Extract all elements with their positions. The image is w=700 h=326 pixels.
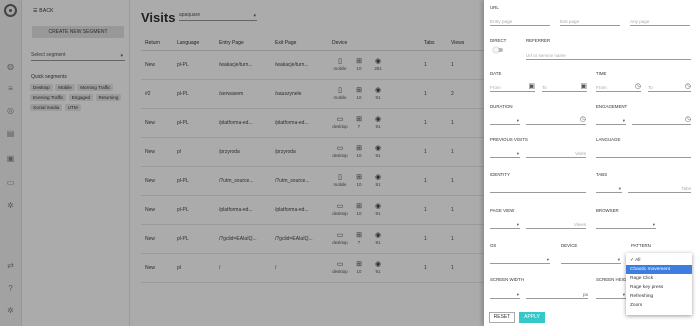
date-from-placeholder: From	[490, 85, 501, 90]
device-label: DEVICE	[561, 243, 578, 248]
clock-icon[interactable]: ◷	[685, 115, 691, 124]
tabs-label: TABS	[596, 172, 608, 177]
width-input[interactable]: px	[526, 290, 588, 299]
time-label: TIME	[596, 71, 607, 76]
clock-icon[interactable]: ◷	[685, 82, 691, 91]
modal-backdrop[interactable]	[0, 0, 484, 326]
url-label: URL	[490, 5, 499, 10]
language-input[interactable]	[596, 149, 691, 158]
referrer-input[interactable]: Url or service name	[526, 51, 691, 60]
page-view-label: PAGE VIEW	[490, 208, 515, 213]
duration-operator-select[interactable]: ▾	[490, 116, 520, 125]
pattern-dropdown[interactable]: ✓ All Chaotic movement Rage Click Rage k…	[626, 253, 692, 315]
chevron-down-icon: ▾	[617, 257, 620, 262]
pattern-option-chaotic-movement[interactable]: Chaotic movement	[626, 265, 692, 274]
referrer-placeholder: Url or service name	[526, 53, 566, 58]
apply-button[interactable]: APPLY	[519, 312, 545, 323]
tabs-input[interactable]: Tabs	[628, 184, 691, 193]
tabs-operator-select[interactable]: ▾	[596, 184, 622, 193]
device-select[interactable]: ▾	[561, 255, 621, 264]
time-from-input[interactable]: From ◷	[596, 83, 641, 92]
views-placeholder: Views	[573, 222, 586, 227]
engagement-label: ENGAGEMENT	[596, 104, 628, 109]
direct-label: DIRECT	[490, 38, 507, 43]
app: ◍ ≡ ◎ ▤ ▣ ▭ ✲ ⇄ ? ✲ ☰ BACK CREATE NEW SE…	[0, 0, 700, 326]
calendar-icon[interactable]: ▣	[580, 82, 587, 91]
time-to-placeholder: To	[648, 85, 653, 90]
width-unit: px	[583, 292, 588, 297]
screen-height-label: SCREEN HEIGH	[596, 277, 630, 282]
pattern-option-rage-click[interactable]: Rage Click	[626, 274, 692, 283]
chevron-down-icon: ▾	[516, 292, 519, 297]
chevron-down-icon: ▾	[622, 118, 625, 123]
pattern-option-all[interactable]: ✓ All	[626, 256, 692, 265]
pattern-option-refreshing[interactable]: Refreshing	[626, 292, 692, 301]
referrer-label: REFERRER	[526, 38, 551, 43]
os-select[interactable]: ▾	[490, 255, 550, 264]
os-label: OS	[490, 243, 497, 248]
direct-toggle[interactable]	[493, 47, 503, 53]
chevron-down-icon: ▾	[618, 186, 621, 191]
date-to-input[interactable]: To ▣	[542, 83, 587, 92]
duration-input[interactable]: ◷	[526, 116, 586, 125]
tabs-placeholder: Tabs	[681, 186, 691, 191]
browser-label: BROWSER	[596, 208, 619, 213]
pattern-option-zoom[interactable]: Zoom	[626, 301, 692, 310]
clock-icon[interactable]: ◷	[635, 82, 641, 91]
clock-icon[interactable]: ◷	[580, 115, 586, 124]
identity-input[interactable]	[490, 184, 586, 193]
any-page-placeholder: Any page	[630, 19, 650, 24]
engagement-input[interactable]: ◷	[632, 116, 691, 125]
chevron-down-icon: ▾	[516, 118, 519, 123]
entry-page-input[interactable]: Entry page	[490, 17, 550, 26]
duration-label: DURATION	[490, 104, 513, 109]
screen-width-label: SCREEN WIDTH	[490, 277, 524, 282]
pattern-option-rage-key-press[interactable]: Rage key press	[626, 283, 692, 292]
date-from-input[interactable]: From ▣	[490, 83, 535, 92]
exit-page-placeholder: Exit page	[560, 19, 580, 24]
views-input[interactable]: Views	[526, 220, 586, 229]
exit-page-input[interactable]: Exit page	[560, 17, 620, 26]
visits-placeholder: Visits	[575, 151, 586, 156]
any-page-input[interactable]: Any page	[630, 17, 690, 26]
previous-visits-label: PREVIOUS VISITS	[490, 137, 528, 142]
chevron-down-icon: ▾	[546, 257, 549, 262]
pattern-label: PATTERN	[631, 243, 651, 248]
engagement-operator-select[interactable]: ▾	[596, 116, 626, 125]
height-operator-select[interactable]: ▾	[596, 290, 626, 299]
date-to-placeholder: To	[542, 85, 547, 90]
chevron-down-icon: ▾	[622, 292, 625, 297]
chevron-down-icon: ▾	[652, 222, 655, 227]
language-label: LANGUAGE	[596, 137, 621, 142]
views-operator-select[interactable]: ▾	[490, 220, 520, 229]
time-to-input[interactable]: To ◷	[648, 83, 691, 92]
browser-select[interactable]: ▾	[596, 220, 656, 229]
time-from-placeholder: From	[596, 85, 607, 90]
visits-operator-select[interactable]: ▾	[490, 149, 520, 158]
identity-label: IDENTITY	[490, 172, 511, 177]
pattern-option-label: All	[635, 258, 641, 263]
entry-page-placeholder: Entry page	[490, 19, 513, 24]
calendar-icon[interactable]: ▣	[528, 82, 535, 91]
reset-button[interactable]: RESET	[489, 312, 515, 323]
date-label: DATE	[490, 71, 502, 76]
chevron-down-icon: ▾	[516, 151, 519, 156]
chevron-down-icon: ▾	[516, 222, 519, 227]
visits-input[interactable]: Visits	[526, 149, 586, 158]
width-operator-select[interactable]: ▾	[490, 290, 520, 299]
